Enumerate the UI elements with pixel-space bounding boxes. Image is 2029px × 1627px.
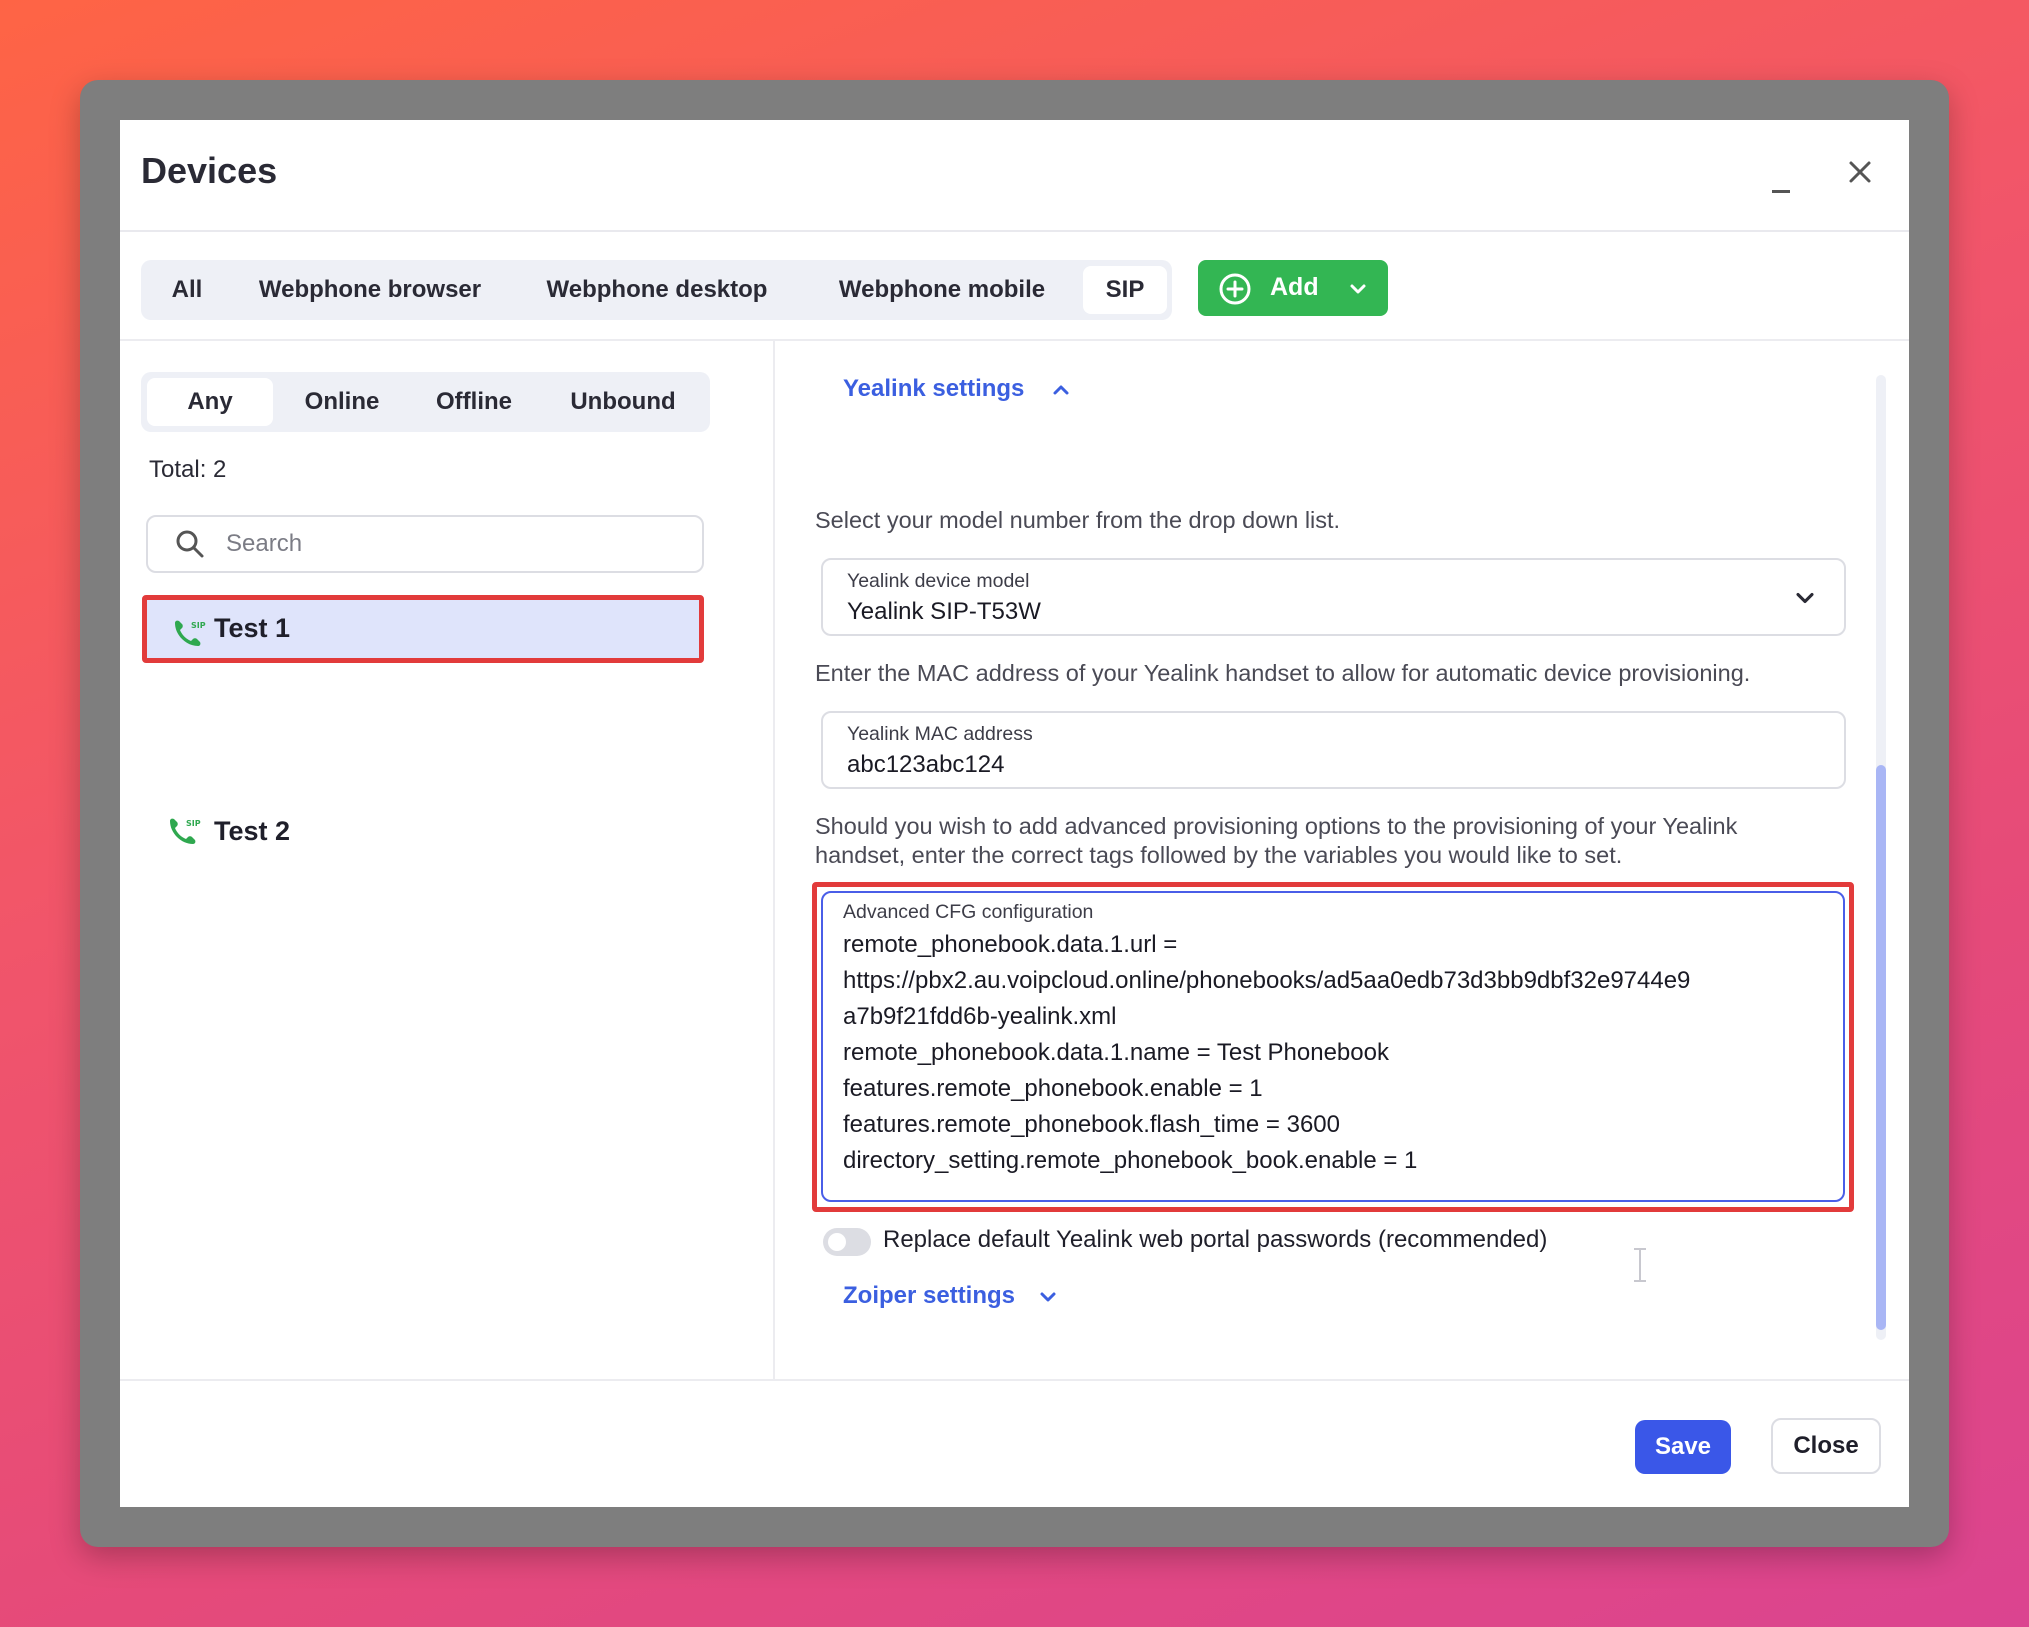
- close-dialog-button[interactable]: [1838, 150, 1882, 194]
- svg-text:SIP: SIP: [186, 819, 201, 828]
- sip-phone-icon: SIP: [170, 818, 201, 844]
- chevron-down-icon: [1040, 1292, 1056, 1302]
- text-cursor-icon: [1634, 1248, 1646, 1282]
- search-field: [146, 515, 704, 573]
- tab-online[interactable]: Online: [279, 378, 405, 426]
- model-field-value: Yealink SIP-T53W: [847, 598, 1041, 625]
- replace-passwords-toggle[interactable]: [823, 1228, 871, 1256]
- mac-field-value: abc123abc124: [847, 751, 1005, 778]
- status-filter-tabs: Any Online Offline Unbound: [141, 372, 710, 432]
- model-field-label: Yealink device model: [847, 570, 1030, 592]
- advanced-help-text-2: handset, enter the correct tags followed…: [815, 842, 1623, 868]
- zoiper-settings-toggle[interactable]: Zoiper settings: [843, 1282, 1060, 1310]
- minimize-button[interactable]: [1760, 160, 1804, 204]
- advanced-cfg-textarea[interactable]: Advanced CFG configuration remote_phoneb…: [821, 891, 1845, 1202]
- minimize-icon: [1772, 190, 1790, 193]
- plus-circle-icon: [1219, 273, 1251, 305]
- cfg-field-label: Advanced CFG configuration: [843, 901, 1094, 923]
- chevron-up-icon: [1053, 385, 1069, 395]
- search-input[interactable]: [224, 523, 688, 565]
- tab-any[interactable]: Any: [147, 378, 273, 426]
- device-type-tabs: All Webphone browser Webphone desktop We…: [141, 260, 1172, 320]
- device-item-test-2[interactable]: SIP Test 2: [142, 798, 704, 866]
- chevron-down-icon: [1796, 592, 1814, 604]
- zoiper-settings-title: Zoiper settings: [843, 1282, 1016, 1309]
- advanced-help-text-1: Should you wish to add advanced provisio…: [815, 813, 1738, 839]
- scrollbar-thumb[interactable]: [1876, 765, 1886, 1330]
- footer-divider: [120, 1379, 1909, 1381]
- tab-sip[interactable]: SIP: [1083, 266, 1167, 314]
- dialog-header: Devices: [120, 120, 1909, 232]
- chevron-down-icon: [1350, 284, 1366, 294]
- devices-dialog: Devices All Webphone browser Webphone de…: [120, 120, 1909, 1507]
- save-button[interactable]: Save: [1635, 1420, 1731, 1474]
- replace-passwords-label: Replace default Yealink web portal passw…: [883, 1226, 1548, 1253]
- cfg-line: directory_setting.remote_phonebook_book.…: [843, 1147, 1418, 1174]
- cfg-line: remote_phonebook.data.1.name = Test Phon…: [843, 1039, 1389, 1066]
- yealink-mac-field[interactable]: Yealink MAC address abc123abc124: [821, 711, 1846, 789]
- device-item-test-1[interactable]: SIP Test 1: [142, 595, 704, 663]
- close-button[interactable]: Close: [1771, 1418, 1881, 1474]
- header-divider: [120, 339, 1909, 341]
- cfg-line: a7b9f21fdd6b-yealink.xml: [843, 1003, 1117, 1030]
- column-divider: [773, 341, 775, 1381]
- add-button-label: Add: [1270, 273, 1319, 301]
- cfg-line: features.remote_phonebook.flash_time = 3…: [843, 1111, 1341, 1138]
- tab-webphone-browser[interactable]: Webphone browser: [233, 266, 507, 314]
- yealink-settings-toggle[interactable]: Yealink settings: [843, 375, 1073, 403]
- yealink-settings-title: Yealink settings: [843, 375, 1025, 402]
- total-count: Total: 2: [149, 456, 227, 483]
- mac-help-text: Enter the MAC address of your Yealink ha…: [815, 660, 1751, 686]
- toggle-knob: [828, 1233, 846, 1251]
- tab-unbound[interactable]: Unbound: [543, 378, 703, 426]
- cfg-line: https://pbx2.au.voipcloud.online/phonebo…: [843, 967, 1691, 994]
- add-device-button[interactable]: Add: [1198, 260, 1388, 316]
- dialog-title: Devices: [141, 150, 278, 191]
- device-label: Test 1: [214, 613, 291, 643]
- cfg-line: features.remote_phonebook.enable = 1: [843, 1075, 1263, 1102]
- cfg-line: remote_phonebook.data.1.url =: [843, 931, 1178, 958]
- cfg-content: remote_phonebook.data.1.url = https://pb…: [843, 927, 1833, 1179]
- svg-text:SIP: SIP: [191, 621, 206, 630]
- device-label: Test 2: [214, 816, 291, 846]
- search-icon: [176, 530, 204, 558]
- tab-webphone-mobile[interactable]: Webphone mobile: [807, 266, 1077, 314]
- sip-phone-icon: SIP: [175, 620, 206, 646]
- tab-offline[interactable]: Offline: [411, 378, 537, 426]
- mac-field-label: Yealink MAC address: [847, 723, 1033, 745]
- model-help-text: Select your model number from the drop d…: [815, 507, 1341, 533]
- tab-all[interactable]: All: [147, 266, 227, 314]
- tab-webphone-desktop[interactable]: Webphone desktop: [513, 266, 801, 314]
- close-icon: [1849, 161, 1871, 183]
- yealink-model-select[interactable]: Yealink device model Yealink SIP-T53W: [821, 558, 1846, 636]
